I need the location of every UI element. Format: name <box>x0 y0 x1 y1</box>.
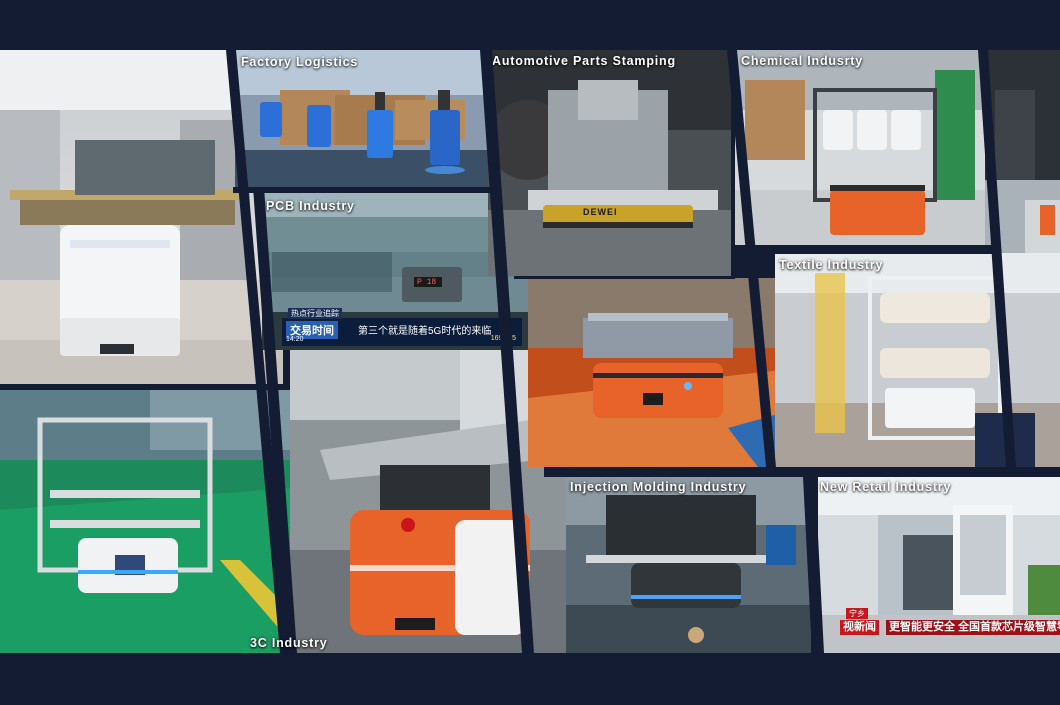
photo-injection-molding: Injection Molding Industry <box>566 475 811 653</box>
photo-3c-industry <box>0 390 333 653</box>
news-banner: 热点行业追踪 交易时间 第三个就是随着5G时代的来临 14:20 1694.45 <box>282 308 522 346</box>
panel-label-automotive: Automotive Parts Stamping <box>492 54 676 68</box>
panel-label-3c-industry: 3C Industry <box>250 636 328 650</box>
panel-label-chemical: Chemical Indusrty <box>741 54 863 68</box>
news-text: 第三个就是随着5G时代的来临 <box>358 326 492 337</box>
panel-label-injection: Injection Molding Industry <box>570 480 747 494</box>
ticker-time: 14:20 <box>286 336 304 343</box>
collage: Factory Logistics PCB Industry P 18 热点行业… <box>0 0 1060 705</box>
channel-tag: 宁乡 <box>846 608 868 619</box>
photo-chemical-industry: Chemical Indusrty <box>735 50 1008 245</box>
photo-factory-logistics: Factory Logistics <box>235 50 495 187</box>
news-tag: 热点行业追踪 <box>288 308 342 319</box>
panel-label-factory-logistics: Factory Logistics <box>241 55 359 69</box>
robot-display: P 18 <box>417 278 437 287</box>
brand-mark: DEWEI <box>583 207 618 217</box>
panel-label-pcb-industry: PCB Industry <box>266 199 355 213</box>
photo-new-retail: New Retail Industry 宁乡 视新闻 更智能更安全 全国首款芯片… <box>818 475 1060 653</box>
news-headline: 更智能更安全 全国首款芯片级智慧零 <box>886 620 1060 635</box>
panel-label-textile: Textile Industry <box>779 258 884 272</box>
tv-news-banner: 宁乡 视新闻 更智能更安全 全国首款芯片级智慧零 <box>840 608 1060 636</box>
ticker-value: 1694.45 <box>490 335 516 342</box>
panel-label-new-retail: New Retail Industry <box>820 480 952 494</box>
channel-name: 视新闻 <box>840 620 879 635</box>
photo-orange-robot-panels <box>528 278 800 467</box>
photo-textile-industry: Textile Industry <box>775 253 1060 467</box>
photo-automotive-stamping: Automotive Parts Stamping DEWEI <box>488 50 731 276</box>
